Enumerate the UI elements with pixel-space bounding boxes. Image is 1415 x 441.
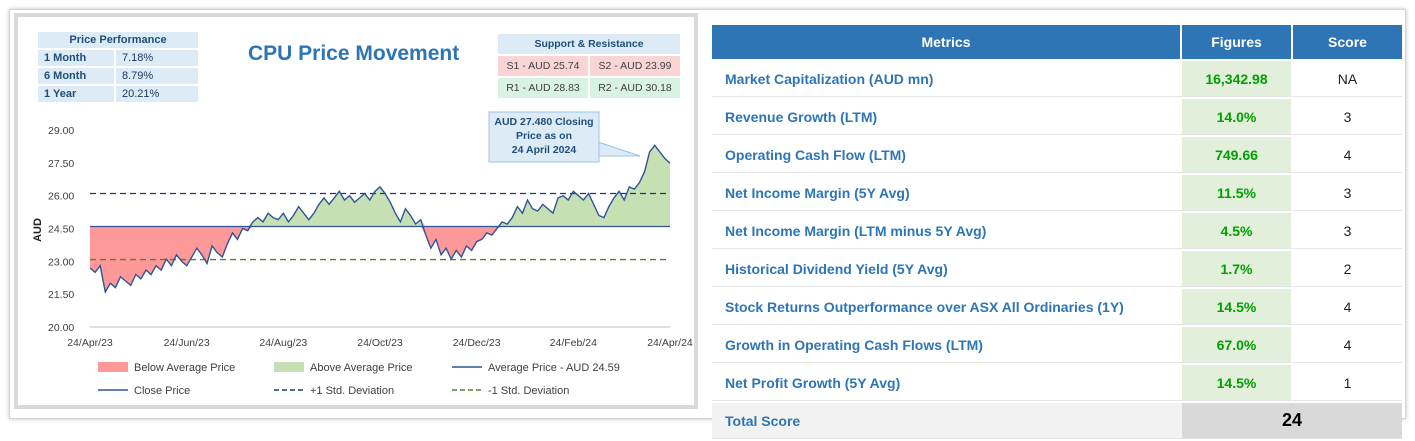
metric-score: 3 bbox=[1293, 99, 1402, 135]
legend-swatch bbox=[274, 362, 304, 372]
metric-score: 4 bbox=[1293, 137, 1402, 173]
metric-score: 4 bbox=[1293, 327, 1402, 363]
legend-label: Below Average Price bbox=[134, 362, 235, 374]
metric-figure: 14.5% bbox=[1182, 289, 1293, 325]
metric-score: 2 bbox=[1293, 251, 1402, 287]
metric-figure: 16,342.98 bbox=[1182, 61, 1293, 97]
table-row: Net Income Margin (LTM minus 5Y Avg) 4.5%… bbox=[712, 213, 1402, 249]
y-tick-label: 20.00 bbox=[48, 322, 74, 334]
x-tick-label: 24/Oct/23 bbox=[357, 337, 403, 349]
price-chart: 20.00 21.50 23.00 24.50 26.00 27.50 29.00 AUD 24… bbox=[32, 111, 693, 397]
legend-label: Close Price bbox=[134, 385, 190, 397]
metric-name: Historical Dividend Yield (5Y Avg) bbox=[712, 251, 1182, 287]
y-tick-label: 26.00 bbox=[48, 191, 74, 203]
metric-name: Revenue Growth (LTM) bbox=[712, 99, 1182, 135]
metric-name: Net Income Margin (5Y Avg) bbox=[712, 175, 1182, 211]
metric-score: 3 bbox=[1293, 175, 1402, 211]
header-figures: Figures bbox=[1182, 25, 1293, 59]
legend-label: +1 Std. Deviation bbox=[310, 385, 394, 397]
metric-figure: 11.5% bbox=[1182, 175, 1293, 211]
legend-label: Average Price - AUD 24.59 bbox=[488, 362, 620, 374]
table-row: Revenue Growth (LTM) 14.0% 3 bbox=[712, 99, 1402, 135]
metric-name: Stock Returns Outperformance over ASX Al… bbox=[712, 289, 1182, 325]
metric-figure: 14.0% bbox=[1182, 99, 1293, 135]
metric-figure: 1.7% bbox=[1182, 251, 1293, 287]
metric-figure: 749.66 bbox=[1182, 137, 1293, 173]
metric-name: Market Capitalization (AUD mn) bbox=[712, 61, 1182, 97]
annotation-text: 24 April 2024 bbox=[512, 144, 577, 156]
table-row: Growth in Operating Cash Flows (LTM) 67.0… bbox=[712, 327, 1402, 363]
metric-score: 1 bbox=[1293, 365, 1402, 401]
table-row: Historical Dividend Yield (5Y Avg) 1.7% 2 bbox=[712, 251, 1402, 287]
metric-score: NA bbox=[1293, 61, 1402, 97]
y-tick-label: 21.50 bbox=[48, 289, 74, 301]
legend-label: Above Average Price bbox=[310, 362, 413, 374]
table-row: Operating Cash Flow (LTM) 749.66 4 bbox=[712, 137, 1402, 173]
x-tick-label: 24/Dec/23 bbox=[453, 337, 501, 349]
table-row: Market Capitalization (AUD mn) 16,342.98 N… bbox=[712, 61, 1402, 97]
x-tick-label: 24/Jun/23 bbox=[164, 337, 210, 349]
y-tick-label: 29.00 bbox=[48, 125, 74, 137]
x-tick-label: 24/Apr/23 bbox=[67, 337, 113, 349]
metric-name: Net Profit Growth (5Y Avg) bbox=[712, 365, 1182, 401]
table-row: Net Profit Growth (5Y Avg) 14.5% 1 bbox=[712, 365, 1402, 401]
header-metrics: Metrics bbox=[712, 25, 1182, 59]
y-tick-label: 23.00 bbox=[48, 256, 74, 268]
total-row: Total Score 24 bbox=[712, 403, 1402, 439]
x-tick-label: 24/Feb/24 bbox=[550, 337, 597, 349]
total-score-value: 24 bbox=[1182, 403, 1402, 439]
annotation-text: Price as on bbox=[516, 130, 572, 142]
annotation-text: AUD 27.480 Closing bbox=[494, 116, 593, 128]
metric-score: 3 bbox=[1293, 213, 1402, 249]
x-tick-label: 24/Aug/23 bbox=[259, 337, 307, 349]
table-row: Net Income Margin (5Y Avg) 11.5% 3 bbox=[712, 175, 1402, 211]
metric-name: Growth in Operating Cash Flows (LTM) bbox=[712, 327, 1182, 363]
header-score: Score bbox=[1293, 25, 1402, 59]
metric-name: Operating Cash Flow (LTM) bbox=[712, 137, 1182, 173]
metric-name: Net Income Margin (LTM minus 5Y Avg) bbox=[712, 213, 1182, 249]
table-row: Stock Returns Outperformance over ASX Al… bbox=[712, 289, 1402, 325]
metric-figure: 67.0% bbox=[1182, 327, 1293, 363]
metric-figure: 4.5% bbox=[1182, 213, 1293, 249]
metrics-table: Metrics Figures Score Market Capitalizat… bbox=[712, 23, 1402, 441]
y-axis-label: AUD bbox=[32, 218, 44, 242]
metric-figure: 14.5% bbox=[1182, 365, 1293, 401]
x-tick-label: 24/Apr/24 bbox=[647, 337, 693, 349]
total-score-label: Total Score bbox=[712, 403, 1182, 439]
y-tick-label: 27.50 bbox=[48, 158, 74, 170]
legend-swatch bbox=[98, 362, 128, 372]
annotation-pointer bbox=[597, 141, 641, 157]
legend-label: -1 Std. Deviation bbox=[488, 385, 569, 397]
y-tick-label: 24.50 bbox=[48, 224, 74, 236]
metric-score: 4 bbox=[1293, 289, 1402, 325]
